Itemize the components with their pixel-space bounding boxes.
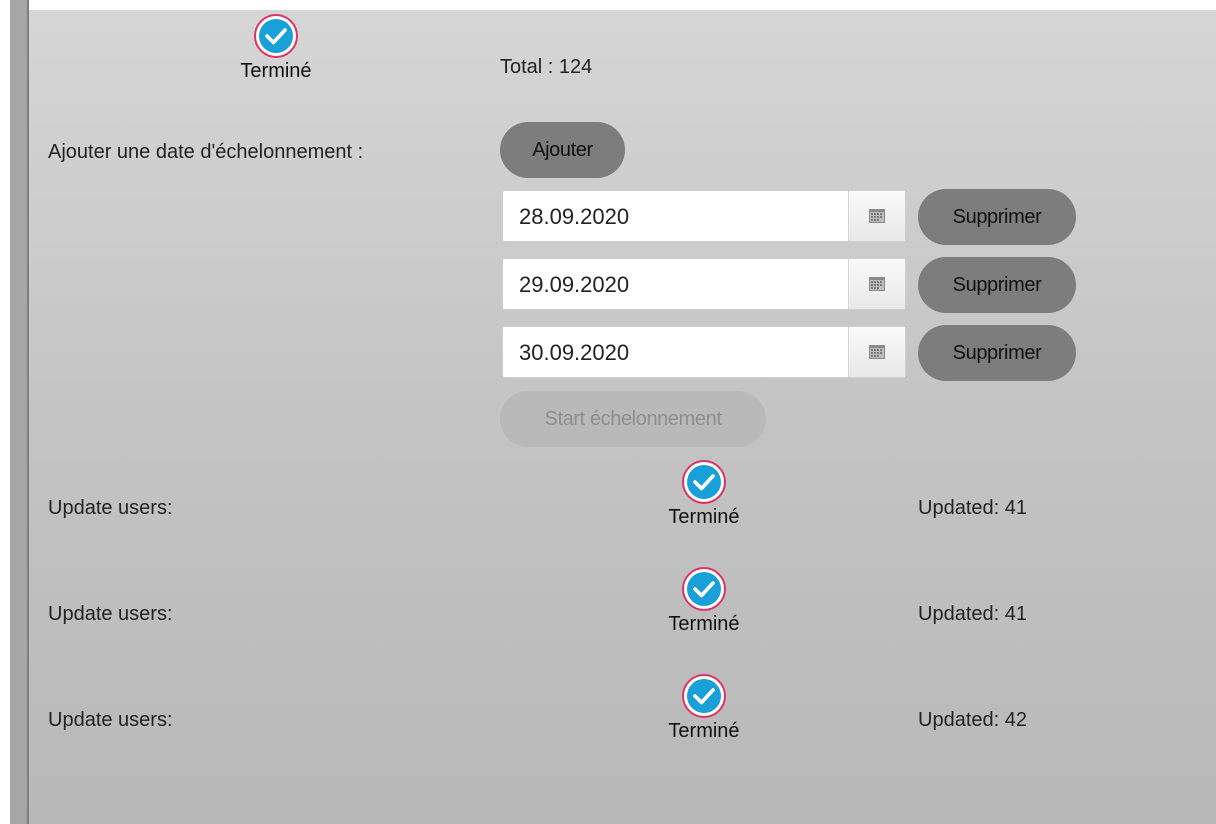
left-border-line (27, 0, 29, 824)
check-circle-icon (682, 567, 726, 611)
date-value: 30.09.2020 (519, 340, 630, 365)
status-label: Terminé (668, 613, 740, 635)
remove-date-button-1[interactable]: Supprimer (918, 189, 1076, 245)
calendar-icon[interactable] (848, 191, 905, 241)
update-label-2: Update users: (48, 603, 173, 625)
update-status-2: Terminé (634, 567, 774, 636)
update-label-3: Update users: (48, 709, 173, 731)
content-panel: Terminé Total : 124 Ajouter une date d'é… (0, 0, 1216, 824)
updated-count-2: Updated: 41 (918, 603, 1027, 625)
status-label: Terminé (240, 60, 312, 82)
date-field-3[interactable]: 30.09.2020 (502, 326, 906, 378)
calendar-icon[interactable] (848, 259, 905, 309)
update-label-1: Update users: (48, 497, 173, 519)
updated-count-1: Updated: 41 (918, 497, 1027, 519)
remove-date-button-2[interactable]: Supprimer (918, 257, 1076, 313)
date-value: 29.09.2020 (519, 272, 630, 297)
status-label: Terminé (668, 506, 740, 528)
left-border-bar (10, 0, 27, 824)
updated-count-3: Updated: 42 (918, 709, 1027, 731)
header-status: Terminé (206, 14, 346, 83)
add-date-button[interactable]: Ajouter (500, 122, 625, 178)
date-value: 28.09.2020 (519, 204, 630, 229)
total-count: Total : 124 (500, 56, 593, 78)
schedule-label: Ajouter une date d'échelonnement : (48, 141, 364, 163)
date-field-2[interactable]: 29.09.2020 (502, 258, 906, 310)
remove-date-button-3[interactable]: Supprimer (918, 325, 1076, 381)
update-status-1: Terminé (634, 460, 774, 529)
status-label: Terminé (668, 720, 740, 742)
update-status-3: Terminé (634, 674, 774, 743)
date-field-1[interactable]: 28.09.2020 (502, 190, 906, 242)
calendar-icon[interactable] (848, 327, 905, 377)
check-circle-icon (682, 460, 726, 504)
check-circle-icon (682, 674, 726, 718)
left-margin (0, 0, 10, 824)
check-circle-icon (254, 14, 298, 58)
top-strip (0, 0, 1216, 10)
start-schedule-button[interactable]: Start échelonnement (500, 391, 766, 447)
